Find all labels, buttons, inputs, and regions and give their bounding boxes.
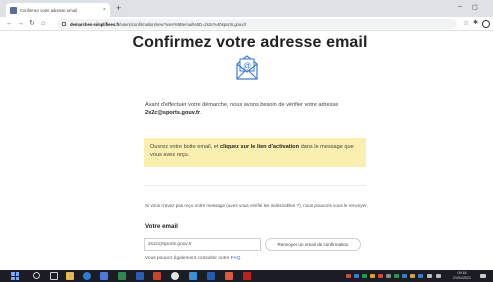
tray-app-icon[interactable] bbox=[386, 274, 391, 278]
browser-tab-strip: Confirmez votre adresse email × + – ◻ bbox=[0, 0, 493, 17]
faq-line: Vous pouvez également consulter notre FA… bbox=[145, 256, 242, 261]
taskbar-clock[interactable]: 09:18 21/01/2021 bbox=[452, 271, 472, 280]
user-email-text: 2s2c@sports.gouv.fr bbox=[145, 110, 201, 116]
page-title: Confirmez votre adresse email bbox=[132, 34, 368, 51]
tab-title: Confirmez votre adresse email bbox=[20, 7, 77, 13]
bookmark-star-icon[interactable]: ☆ bbox=[463, 19, 469, 28]
email-label: Votre email bbox=[145, 223, 178, 230]
tray-app-icon[interactable] bbox=[378, 274, 383, 278]
tray-app-icon[interactable] bbox=[354, 274, 359, 278]
edge-browser-icon[interactable] bbox=[83, 272, 91, 280]
resend-info-text: Si vous n'avez pas reçu notre message (a… bbox=[145, 203, 368, 208]
intro-paragraph: Avant d'effectuer votre démarche, nous a… bbox=[145, 102, 339, 116]
resend-confirmation-button[interactable]: Renvoyer un email de confirmation bbox=[265, 238, 361, 251]
word-icon[interactable] bbox=[136, 272, 144, 280]
powerpoint-icon[interactable] bbox=[153, 272, 161, 280]
tray-app-icon[interactable] bbox=[370, 274, 375, 278]
site-favicon-icon bbox=[10, 6, 17, 14]
new-tab-button[interactable]: + bbox=[116, 3, 121, 14]
reload-icon[interactable]: ↻ bbox=[29, 19, 35, 28]
tray-app-icon[interactable] bbox=[402, 274, 407, 278]
task-view-icon[interactable] bbox=[50, 272, 58, 280]
email-envelope-icon: @ bbox=[236, 55, 258, 80]
forward-arrow-icon[interactable]: → bbox=[17, 19, 24, 28]
language-icon[interactable] bbox=[436, 274, 441, 278]
url-text: demarches-simplifiees.fr/users/confirmat… bbox=[70, 21, 247, 27]
store-icon[interactable] bbox=[100, 272, 108, 280]
tray-app-icon[interactable] bbox=[410, 274, 415, 278]
activation-notice: Ouvrez votre boite email, et cliquez sur… bbox=[144, 138, 366, 167]
browser-tab[interactable]: Confirmez votre adresse email × bbox=[6, 3, 110, 17]
tray-app-icon[interactable] bbox=[394, 274, 399, 278]
chrome-icon[interactable] bbox=[171, 272, 179, 280]
file-explorer-icon[interactable] bbox=[66, 272, 74, 280]
restore-window-icon[interactable]: ◻ bbox=[472, 3, 478, 11]
windows-taskbar: 09:18 21/01/2021 bbox=[0, 270, 493, 282]
close-tab-icon[interactable]: × bbox=[103, 7, 106, 13]
notifications-icon[interactable] bbox=[480, 274, 486, 278]
lock-icon bbox=[62, 22, 66, 26]
search-icon[interactable] bbox=[33, 272, 40, 279]
browser-toolbar: ← → ↻ ⌂ demarches-simplifiees.fr/users/c… bbox=[0, 17, 493, 31]
divider bbox=[144, 185, 366, 186]
faq-link[interactable]: FAQ bbox=[231, 256, 241, 261]
email-input[interactable] bbox=[144, 238, 261, 251]
address-bar[interactable]: demarches-simplifiees.fr/users/confirmat… bbox=[57, 19, 457, 29]
network-icon[interactable] bbox=[418, 274, 423, 278]
windows-start-icon[interactable] bbox=[11, 272, 19, 280]
tray-app-icon[interactable] bbox=[362, 274, 367, 278]
extensions-icon[interactable]: ✱ bbox=[473, 19, 478, 28]
volume-icon[interactable] bbox=[427, 274, 432, 278]
tray-app-icon[interactable] bbox=[346, 274, 351, 278]
back-arrow-icon[interactable]: ← bbox=[6, 19, 13, 28]
minimize-window-icon[interactable]: – bbox=[458, 3, 462, 10]
outlook-icon[interactable] bbox=[207, 272, 215, 280]
pdf-reader-icon[interactable] bbox=[243, 272, 251, 280]
excel-icon[interactable] bbox=[118, 272, 126, 280]
profile-avatar-icon[interactable] bbox=[482, 20, 490, 28]
app-icon[interactable] bbox=[225, 272, 233, 280]
mail-app-icon[interactable] bbox=[189, 272, 197, 280]
home-icon[interactable]: ⌂ bbox=[41, 19, 45, 28]
